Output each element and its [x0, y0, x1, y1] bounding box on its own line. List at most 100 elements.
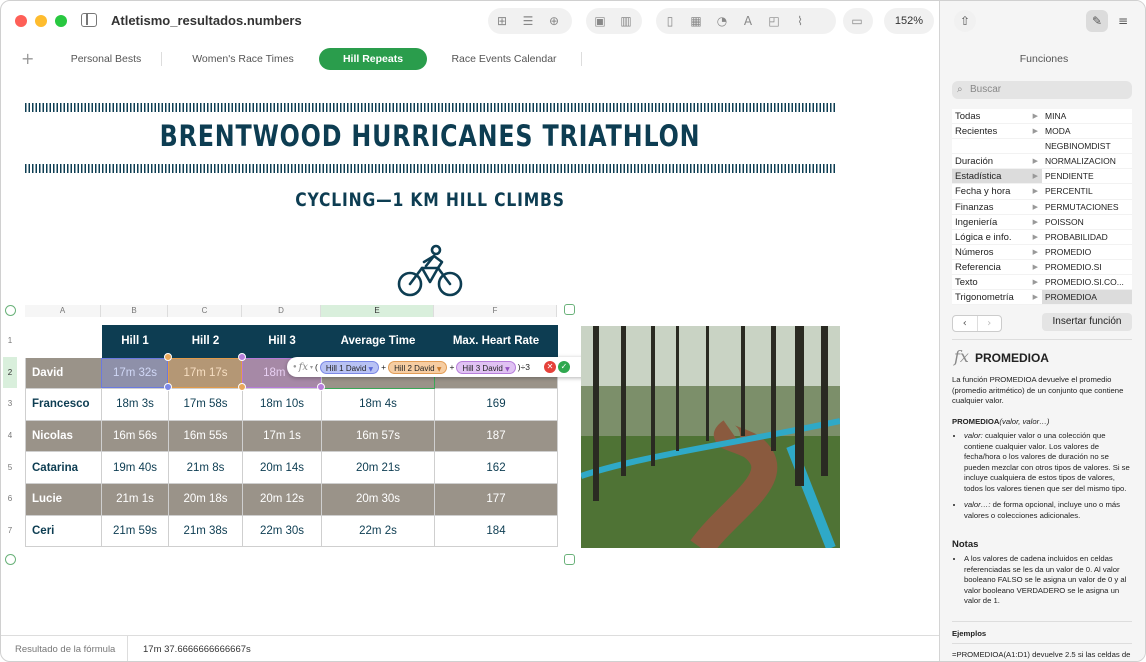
list-icon[interactable]: ☰ — [520, 14, 536, 28]
category-item[interactable]: Números ▶ — [952, 245, 1042, 260]
category-item[interactable]: Finanzas ▶ — [952, 200, 1042, 215]
table-cell[interactable]: 18m 10s — [242, 388, 322, 421]
table-cell[interactable]: 19m 40s — [101, 451, 169, 484]
function-search-input[interactable]: ⌕ Buscar — [952, 81, 1132, 99]
table-cell[interactable]: 20m 18s — [168, 482, 243, 516]
table-cell[interactable]: Catarina — [25, 451, 102, 484]
text-box-icon[interactable]: A — [740, 14, 756, 28]
organize-icon[interactable]: ≡ — [1112, 10, 1134, 32]
table-header-cell[interactable]: Max. Heart Rate — [434, 325, 558, 358]
table-header-cell[interactable]: Hill 3 — [242, 325, 322, 358]
table-select-handle[interactable] — [5, 305, 16, 316]
table-cell[interactable]: 20m 30s — [321, 482, 435, 516]
tab-personal-bests[interactable]: Personal Bests — [59, 48, 153, 70]
table-header-cell[interactable]: Average Time — [321, 325, 435, 358]
table-cell[interactable]: 21m 8s — [168, 451, 243, 484]
table-cell[interactable]: 21m 38s — [168, 514, 243, 548]
table-cell[interactable]: 184 — [434, 514, 558, 548]
column-header[interactable]: A — [25, 305, 101, 317]
close-window-button[interactable] — [15, 15, 27, 27]
row-header[interactable]: 2 — [3, 357, 17, 388]
category-item[interactable]: Lógica e info. ▶ — [952, 230, 1042, 245]
table-header-cell[interactable]: Hill 1 — [101, 325, 169, 358]
function-item[interactable]: MINA — [1042, 109, 1132, 125]
formula-token-hill1[interactable]: Hill 1 David ▼ — [319, 360, 380, 374]
tab-hill-repeats[interactable]: Hill Repeats — [319, 48, 427, 70]
function-item[interactable]: PENDIENTE — [1042, 169, 1132, 185]
table-cell[interactable]: 177 — [434, 482, 558, 516]
function-item[interactable]: PERMUTACIONES — [1042, 200, 1132, 215]
table-cell[interactable]: Lucie — [25, 482, 102, 516]
back-arrow-icon[interactable]: ‹ — [953, 316, 977, 331]
table-cell[interactable]: 21m 59s — [101, 514, 169, 548]
reference-handle[interactable] — [238, 353, 246, 361]
resize-table-handle[interactable] — [564, 554, 575, 565]
table-cell[interactable]: 20m 21s — [321, 451, 435, 484]
sidebar-toggle-icon[interactable] — [81, 13, 97, 27]
table-cell[interactable]: 22m 30s — [242, 514, 322, 548]
table-cell[interactable]: 17m 1s — [242, 419, 322, 453]
add-column-handle[interactable] — [564, 304, 575, 315]
cyclist-icon[interactable] — [396, 244, 464, 298]
accept-formula-icon[interactable]: ✓ — [557, 361, 570, 373]
table-cell[interactable]: 20m 14s — [242, 451, 322, 484]
paperclip-icon[interactable]: ⌇ — [792, 14, 808, 28]
row-header[interactable]: 3 — [3, 388, 17, 420]
category-item[interactable]: Referencia ▶ — [952, 260, 1042, 276]
category-item[interactable]: Trigonometría ▶ — [952, 290, 1042, 306]
column-header[interactable]: D — [242, 305, 321, 317]
function-item[interactable]: MODA — [1042, 124, 1132, 140]
table-icon[interactable]: ▦ — [688, 14, 704, 28]
table-cell[interactable]: 162 — [434, 451, 558, 484]
row-header[interactable]: 1 — [3, 325, 17, 357]
fx-icon[interactable]: fx — [299, 362, 308, 373]
table-cell[interactable]: 18m 4s — [321, 388, 435, 421]
column-header[interactable]: F — [434, 305, 557, 317]
table-cell[interactable]: 16m 55s — [168, 419, 243, 453]
table-cell[interactable]: Ceri — [25, 514, 102, 548]
forward-arrow-icon[interactable]: › — [976, 316, 1002, 331]
function-item[interactable]: PERCENTIL — [1042, 184, 1132, 200]
function-item[interactable]: PROBABILIDAD — [1042, 230, 1132, 245]
drag-handle-icon[interactable]: ● — [293, 364, 297, 370]
category-item[interactable]: Duración ▶ — [952, 154, 1042, 170]
table-header-cell[interactable] — [25, 325, 102, 358]
formula-token-hill2[interactable]: Hill 2 David ▼ — [388, 360, 448, 374]
table-cell[interactable]: 20m 12s — [242, 482, 322, 516]
table-header-cell[interactable]: Hill 2 — [168, 325, 243, 358]
add-sheet-icon[interactable]: + — [21, 49, 34, 68]
zoom-window-button[interactable] — [55, 15, 67, 27]
table-cell[interactable]: 17m 58s — [168, 388, 243, 421]
table-cell[interactable]: Francesco — [25, 388, 102, 421]
media-icon[interactable]: ▣ — [592, 14, 608, 28]
table-cell[interactable]: 18m 3s — [101, 388, 169, 421]
row-header[interactable]: 4 — [3, 420, 17, 452]
chart-pie-icon[interactable]: ◔ — [714, 14, 730, 28]
insert-function-button[interactable]: Insertar función — [1042, 313, 1132, 331]
column-header[interactable]: C — [168, 305, 242, 317]
tab-womens-race-times[interactable]: Women's Race Times — [179, 48, 307, 70]
tab-race-events-calendar[interactable]: Race Events Calendar — [441, 48, 567, 70]
column-header[interactable]: E — [321, 305, 434, 317]
table-cell[interactable]: David — [25, 356, 102, 390]
table-cell[interactable]: 187 — [434, 419, 558, 453]
table-cell[interactable]: 21m 1s — [101, 482, 169, 516]
sheet-subtitle[interactable]: CYCLING—1 KM HILL CLIMBS — [98, 189, 762, 211]
table-cell[interactable]: 16m 57s — [321, 419, 435, 453]
reference-handle[interactable] — [164, 353, 172, 361]
function-item[interactable]: PROMEDIO.SI.CO... — [1042, 275, 1132, 291]
add-category-icon[interactable]: ⊞ — [494, 14, 510, 28]
column-header[interactable]: B — [101, 305, 168, 317]
function-item[interactable]: POISSON — [1042, 215, 1132, 230]
category-item[interactable]: Todas ▶ — [952, 109, 1042, 125]
category-item[interactable]: Fecha y hora ▶ — [952, 184, 1042, 200]
shape-icon[interactable]: ◰ — [766, 14, 782, 28]
row-header[interactable]: 7 — [3, 515, 17, 547]
category-item[interactable]: Texto ▶ — [952, 275, 1042, 291]
comment-icon[interactable]: ▭ — [849, 14, 865, 28]
row-header[interactable]: 5 — [3, 452, 17, 483]
forest-trail-photo[interactable] — [581, 326, 840, 548]
share-icon[interactable]: ⇧ — [954, 10, 976, 32]
pivot-icon[interactable]: ▯ — [662, 14, 678, 28]
function-item[interactable]: PROMEDIO — [1042, 245, 1132, 260]
